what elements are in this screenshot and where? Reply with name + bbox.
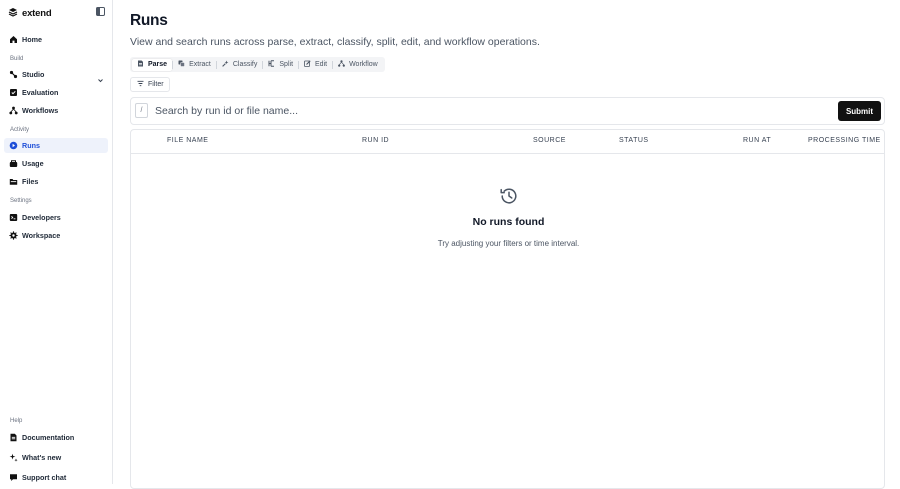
sidebar-item-studio[interactable]: Studio (4, 67, 108, 83)
column-header-status[interactable]: STATUS (619, 137, 649, 144)
section-label-activity: Activity (10, 127, 30, 133)
runs-table: FILE NAME RUN ID SOURCE STATUS RUN AT PR… (130, 129, 885, 489)
home-icon (9, 35, 18, 44)
extract-icon (178, 60, 185, 69)
sidebar-item-label: What's new (22, 453, 62, 462)
column-header-file-name[interactable]: FILE NAME (167, 137, 208, 144)
tab-label: Workflow (349, 61, 378, 68)
column-header-processing-time[interactable]: PROCESSING TIME (808, 137, 881, 144)
sidebar-item-developers[interactable]: Developers (4, 210, 108, 225)
sidebar-item-files[interactable]: Files (4, 174, 108, 189)
sidebar-item-label: Workspace (22, 231, 61, 240)
documentation-icon (9, 433, 18, 442)
usage-icon (9, 159, 18, 168)
extend-logo-icon (8, 4, 18, 22)
chevron-down-icon[interactable] (97, 71, 104, 83)
studio-icon (9, 70, 18, 79)
section-label-help: Help (10, 418, 23, 424)
sidebar-item-runs[interactable]: Runs (4, 138, 108, 153)
section-label-settings: Settings (10, 198, 32, 204)
tab-split[interactable]: Split (263, 59, 298, 71)
developers-icon (9, 213, 18, 222)
filter-label: Filter (148, 81, 164, 88)
sidebar-item-label: Workflows (22, 106, 59, 115)
tab-workflow[interactable]: Workflow (333, 59, 383, 71)
tab-extract[interactable]: Extract (173, 59, 216, 71)
files-icon (9, 177, 18, 186)
sidebar-item-label: Studio (22, 70, 45, 79)
logo[interactable]: extend (8, 4, 52, 22)
submit-button[interactable]: Submit (838, 101, 881, 121)
empty-state-subtitle: Try adjusting your filters or time inter… (437, 239, 580, 248)
search-shortcut-key: / (135, 103, 148, 118)
empty-state-title: No runs found (472, 216, 545, 228)
tab-label: Split (279, 61, 294, 68)
page-subtitle: View and search runs across parse, extra… (130, 36, 540, 48)
tab-label: Classify (232, 61, 258, 68)
sidebar-item-workflows[interactable]: Workflows (4, 103, 108, 118)
support-chat-icon (9, 473, 18, 482)
sidebar-item-home[interactable]: Home (4, 32, 108, 47)
search-input[interactable] (155, 102, 795, 120)
tab-label: Edit (315, 61, 328, 68)
sidebar-item-whats-new[interactable]: What's new (4, 450, 108, 465)
split-icon (268, 60, 275, 69)
column-header-run-id[interactable]: RUN ID (362, 137, 389, 144)
sidebar-item-workspace[interactable]: Workspace (4, 228, 108, 243)
sidebar-item-usage[interactable]: Usage (4, 156, 108, 171)
operation-tabs: Parse Extract Classify Split Edit Workfl… (130, 57, 385, 72)
filter-icon (137, 80, 144, 89)
tab-edit[interactable]: Edit (299, 59, 332, 71)
edit-icon (304, 60, 311, 69)
search-bar: / Submit (130, 97, 885, 125)
column-header-source[interactable]: SOURCE (533, 137, 566, 144)
classify-icon (222, 60, 229, 69)
sidebar: extend Home Build Studio Evaluation Work… (0, 0, 113, 484)
tab-classify[interactable]: Classify (217, 59, 263, 71)
sidebar-item-label: Documentation (22, 433, 75, 442)
history-icon (499, 186, 519, 206)
main-content: Runs View and search runs across parse, … (114, 0, 900, 489)
parse-icon (137, 60, 144, 69)
sidebar-item-label: Runs (22, 141, 40, 150)
sidebar-item-label: Evaluation (22, 88, 59, 97)
runs-icon (9, 141, 18, 150)
sidebar-item-label: Usage (22, 159, 44, 168)
workflows-icon (9, 106, 18, 115)
sidebar-item-label: Files (22, 177, 39, 186)
table-header: FILE NAME RUN ID SOURCE STATUS RUN AT PR… (131, 130, 884, 154)
filter-button[interactable]: Filter (130, 77, 170, 92)
column-header-run-at[interactable]: RUN AT (743, 137, 771, 144)
sidebar-toggle-icon (95, 3, 105, 21)
sidebar-toggle-button[interactable] (95, 7, 105, 17)
section-label-build: Build (10, 56, 24, 62)
sidebar-item-support-chat[interactable]: Support chat (4, 470, 108, 485)
tab-parse[interactable]: Parse (132, 58, 173, 71)
page-title: Runs (130, 12, 168, 29)
tab-label: Extract (189, 61, 211, 68)
sidebar-item-label: Home (22, 35, 42, 44)
workflow-icon (338, 60, 345, 69)
sidebar-item-label: Developers (22, 213, 61, 222)
sidebar-item-label: Support chat (22, 473, 67, 482)
sidebar-item-documentation[interactable]: Documentation (4, 430, 108, 445)
evaluation-icon (9, 88, 18, 97)
workspace-gear-icon (9, 231, 18, 240)
sidebar-item-evaluation[interactable]: Evaluation (4, 85, 108, 100)
tab-label: Parse (148, 61, 168, 68)
whats-new-icon (9, 453, 18, 462)
logo-text: extend (22, 7, 52, 19)
